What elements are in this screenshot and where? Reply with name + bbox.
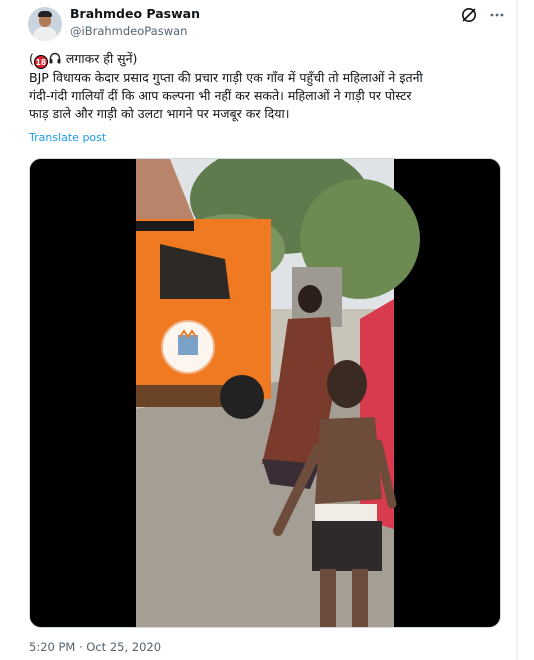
- author-name[interactable]: Brahmdeo Paswan: [70, 6, 200, 21]
- avatar[interactable]: [28, 7, 62, 41]
- tweet-text: (18 लगाकर ही सुनें) BJP विधायक केदार प्र…: [29, 50, 507, 123]
- tweet-text-line-4: फाड़ डाले और गाड़ी को उलटा भागने पर मजबू…: [29, 106, 290, 121]
- video-frame: [30, 159, 500, 627]
- more-options-icon[interactable]: [489, 6, 505, 24]
- headphone-icon: [49, 52, 61, 64]
- post-timestamp[interactable]: 5:20 PM · Oct 25, 2020: [29, 640, 161, 654]
- tweet-text-line-2: BJP विधायक केदार प्रसाद गुप्ता की प्रचार…: [29, 70, 423, 85]
- translate-post-link[interactable]: Translate post: [29, 131, 106, 144]
- grok-icon[interactable]: [460, 6, 478, 24]
- scrollbar[interactable]: [517, 0, 534, 660]
- video-player[interactable]: [29, 158, 501, 628]
- video-thumbnail: [136, 159, 420, 627]
- tweet-text-line-1: (18 लगाकर ही सुनें): [29, 51, 138, 69]
- author-handle[interactable]: @iBrahmdeoPaswan: [70, 24, 187, 38]
- 18-plus-icon: 18: [33, 55, 48, 69]
- tweet-text-line-3: गंदी-गंदी गालियाँ दीं कि आप कल्पना भी नह…: [29, 88, 412, 103]
- tweet-card: Brahmdeo Paswan @iBrahmdeoPaswan (18 लगा…: [0, 0, 517, 660]
